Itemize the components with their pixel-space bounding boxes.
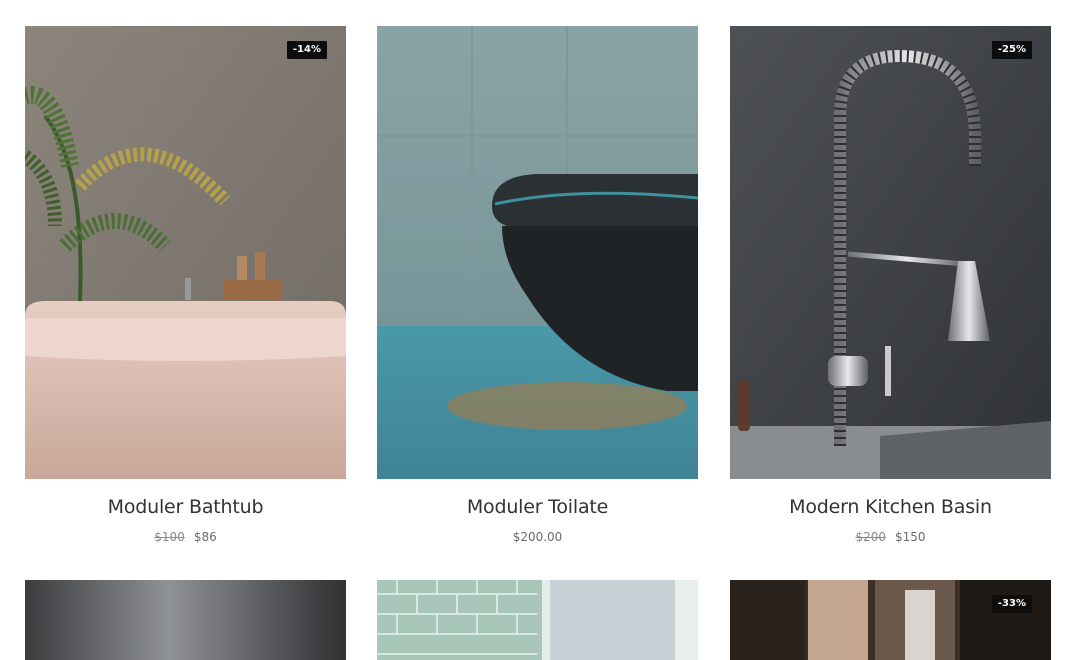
product-image-bathtub[interactable]: -14%	[25, 26, 346, 479]
discount-badge: -14%	[286, 41, 327, 59]
sale-price: $150	[895, 530, 926, 544]
product-grid: -14% Moduler Bathtub $100 $86 Moduler To…	[0, 0, 1073, 660]
product-image-kitchen-basin[interactable]: -25%	[730, 26, 1051, 479]
product-image-toilet[interactable]	[377, 26, 698, 479]
product-card-row2-3[interactable]: -33%	[730, 580, 1051, 660]
product-title[interactable]: Moduler Bathtub	[25, 496, 346, 518]
product-title[interactable]: Moduler Toilate	[377, 496, 698, 518]
product-card-toilet[interactable]: Moduler Toilate $200.00	[377, 26, 698, 556]
product-card-row2-2[interactable]	[377, 580, 698, 660]
product-title[interactable]: Modern Kitchen Basin	[730, 496, 1051, 518]
sale-price: $86	[193, 530, 217, 544]
old-price: $200	[855, 530, 886, 544]
discount-badge: -33%	[991, 595, 1032, 613]
product-card-row2-1[interactable]	[25, 580, 346, 660]
sale-price: $200.00	[512, 530, 563, 544]
product-price: $100 $86	[25, 530, 346, 544]
product-card-bathtub[interactable]: -14% Moduler Bathtub $100 $86	[25, 26, 346, 556]
old-price: $100	[154, 530, 185, 544]
discount-badge: -25%	[991, 41, 1032, 59]
product-image[interactable]: -33%	[730, 580, 1051, 660]
product-price: $200 $150	[730, 530, 1051, 544]
product-price: $200.00	[377, 530, 698, 544]
product-image[interactable]	[25, 580, 346, 660]
product-image[interactable]	[377, 580, 698, 660]
product-card-kitchen-basin[interactable]: -25% Modern Kitchen Basin $200 $150	[730, 26, 1051, 556]
